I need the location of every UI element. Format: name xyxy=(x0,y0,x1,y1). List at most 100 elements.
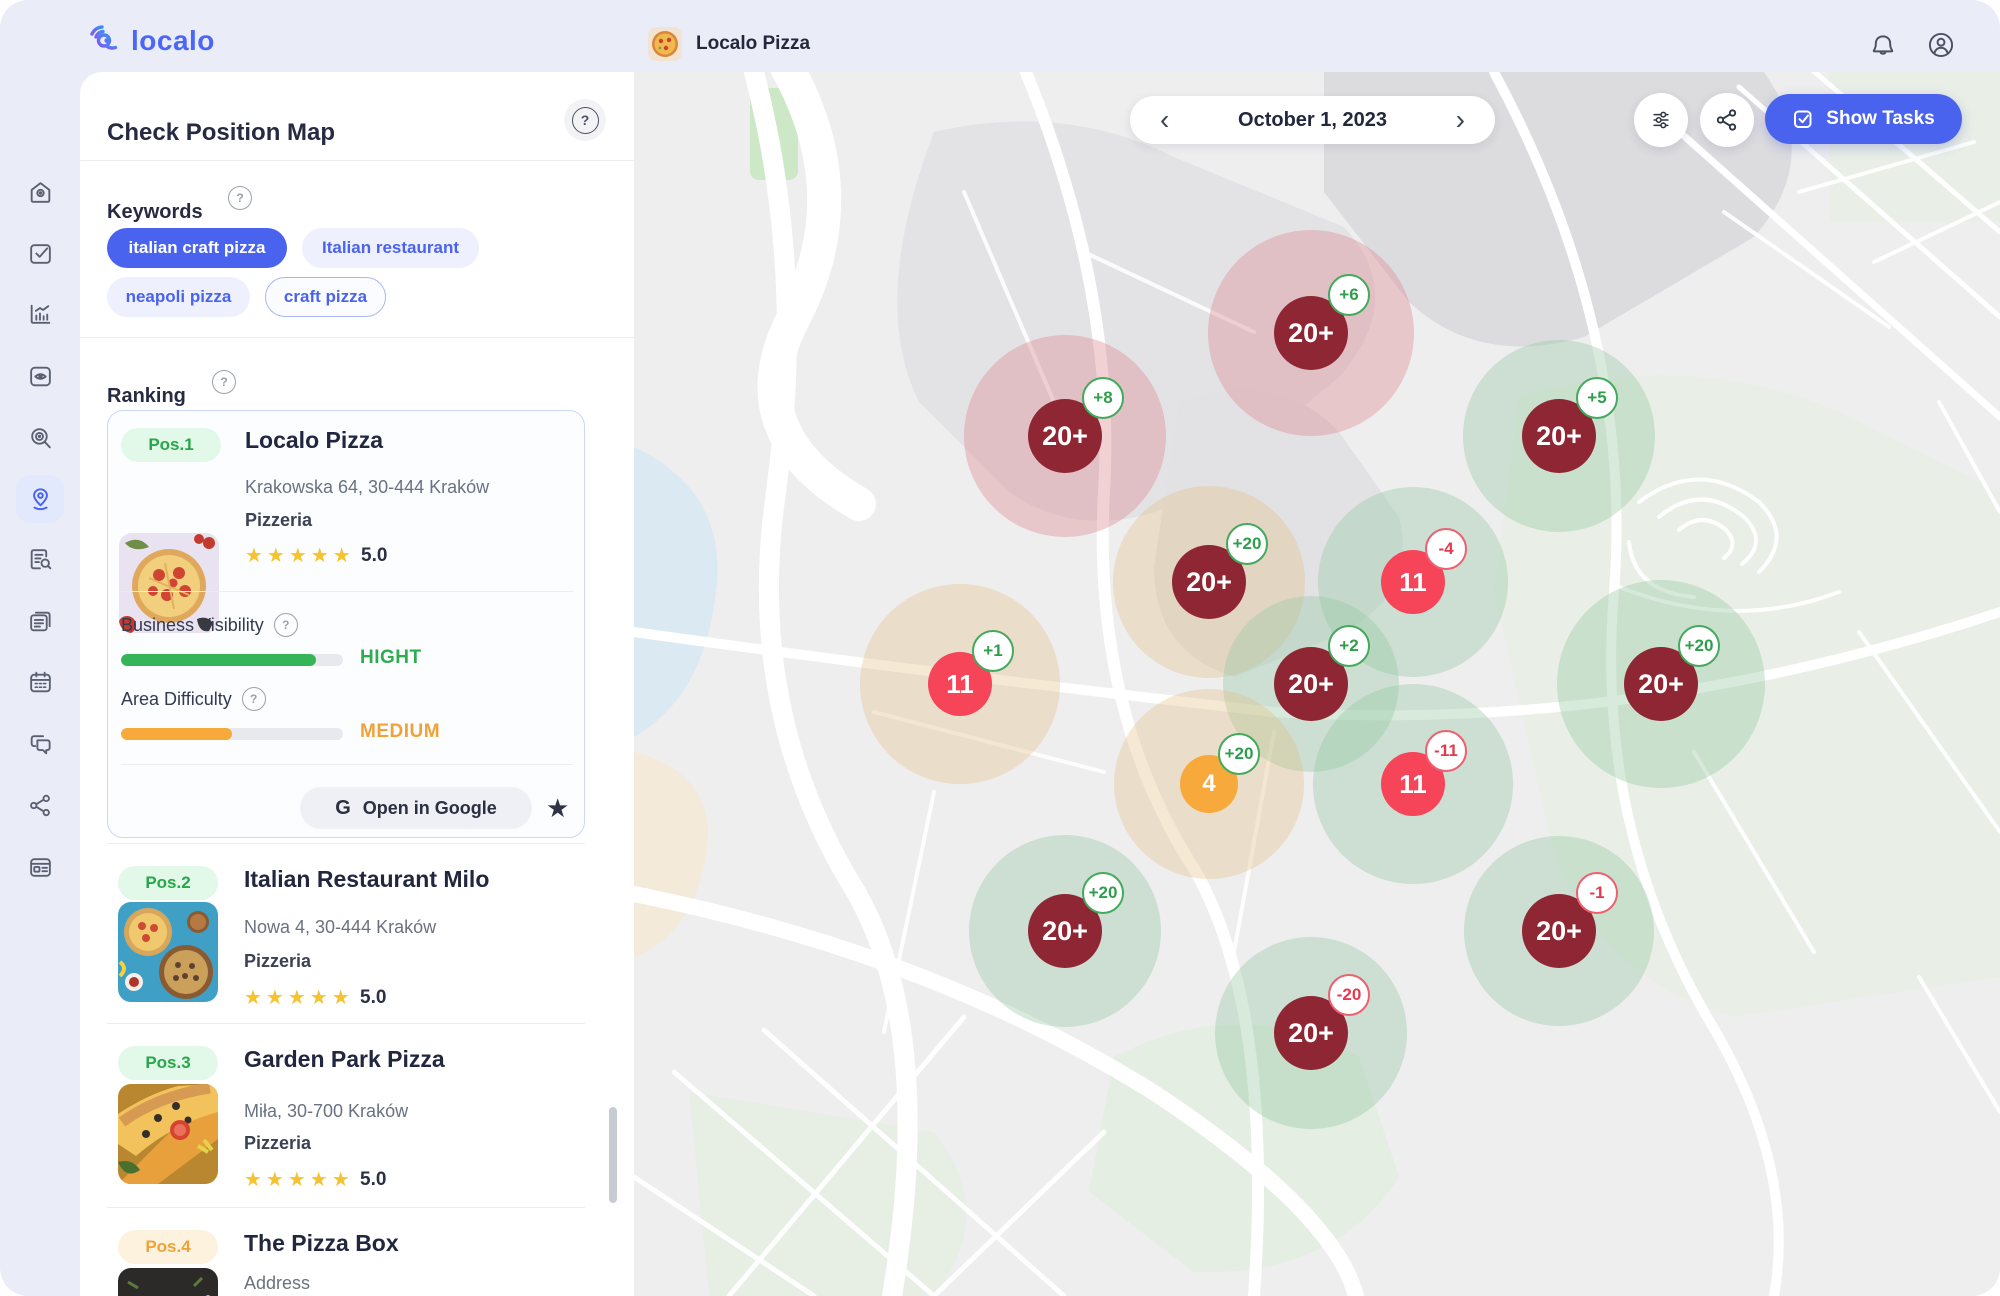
position-badge: Pos.3 xyxy=(118,1046,218,1080)
map-position-marker[interactable]: 20++20 xyxy=(1172,545,1246,619)
position-change-badge: +20 xyxy=(1678,625,1720,667)
map-position-marker[interactable]: 20++5 xyxy=(1522,399,1596,473)
sidebar-item-share[interactable] xyxy=(16,781,64,829)
map-position-marker[interactable]: 20+-1 xyxy=(1522,894,1596,968)
map-position-marker[interactable]: 20++8 xyxy=(1028,399,1102,473)
visibility-icon xyxy=(27,363,54,390)
sidebar-item-visibility[interactable] xyxy=(16,352,64,400)
star-rating-icons: ★★★★★ xyxy=(244,1167,354,1192)
rating-value: 5.0 xyxy=(360,987,386,1009)
account-icon[interactable] xyxy=(1926,30,1956,60)
show-tasks-label: Show Tasks xyxy=(1826,108,1934,130)
map-share-button[interactable] xyxy=(1700,93,1754,147)
rating-value: 5.0 xyxy=(361,545,387,567)
position-map-panel: Check Position Map ? Keywords ? italian … xyxy=(80,72,634,1296)
difficulty-value: MEDIUM xyxy=(360,721,440,743)
business-address: Krakowska 64, 30-444 Kraków xyxy=(245,477,489,498)
map-position-marker[interactable]: 20+-20 xyxy=(1274,996,1348,1070)
position-change-badge: +20 xyxy=(1082,872,1124,914)
business-address: Miła, 30-700 Kraków xyxy=(244,1101,408,1122)
divider xyxy=(80,160,634,161)
visibility-label: Business Visibility ? xyxy=(121,613,298,637)
sidebar-item-news[interactable] xyxy=(16,843,64,891)
visibility-meter xyxy=(121,654,343,666)
rating-value: 5.0 xyxy=(360,1169,386,1191)
ranking-card-1[interactable]: Pos.1 Localo Pizza Krakowska 64, 30-444 … xyxy=(107,410,585,838)
show-tasks-button[interactable]: Show Tasks xyxy=(1765,94,1962,144)
sidebar-item-stats[interactable] xyxy=(16,290,64,338)
difficulty-label: Area Difficulty ? xyxy=(121,687,266,711)
sidebar-item-home[interactable] xyxy=(16,168,64,216)
business-title: Italian Restaurant Milo xyxy=(244,866,489,893)
position-change-badge: -20 xyxy=(1328,974,1370,1016)
sidebar-item-tasks[interactable] xyxy=(16,229,64,277)
map-position-marker[interactable]: 4+20 xyxy=(1180,755,1238,813)
divider xyxy=(121,764,573,765)
sidebar-item-position-map[interactable] xyxy=(16,475,64,523)
map-filter-button[interactable] xyxy=(1634,93,1688,147)
stats-icon xyxy=(27,301,54,328)
checkbox-icon xyxy=(1792,108,1814,130)
position-change-badge: -11 xyxy=(1425,730,1467,772)
difficulty-help-icon[interactable]: ? xyxy=(242,687,266,711)
star-rating-icons: ★★★★★ xyxy=(245,543,355,568)
keywords-help-icon[interactable]: ? xyxy=(228,186,252,210)
map-markers-layer: 20++6 20++8 20++5 20++20 11-4 11+1 20++2 20++20… xyxy=(634,72,2000,1296)
keyword-chip-craft-pizza[interactable]: craft pizza xyxy=(265,277,386,317)
keyword-chip-neapoli-pizza[interactable]: neapoli pizza xyxy=(107,277,250,317)
business-photo xyxy=(118,1268,218,1296)
map-position-marker[interactable]: 11-4 xyxy=(1381,550,1445,614)
logo-text: localo xyxy=(131,25,215,57)
bookmark-star-icon[interactable]: ★ xyxy=(546,793,569,824)
next-date-chevron[interactable]: › xyxy=(1452,106,1469,134)
page-help-button[interactable]: ? xyxy=(564,99,606,141)
map-position-marker[interactable]: 20++20 xyxy=(1028,894,1102,968)
map-position-marker[interactable]: 20++20 xyxy=(1624,647,1698,721)
business-category: Pizzeria xyxy=(244,951,311,972)
divider xyxy=(107,1207,585,1208)
ranking-help-icon[interactable]: ? xyxy=(212,370,236,394)
sidebar-item-audit[interactable] xyxy=(16,414,64,462)
map-position-marker[interactable]: 20++2 xyxy=(1274,647,1348,721)
business-title: The Pizza Box xyxy=(244,1230,399,1257)
map-position-marker[interactable]: 20++6 xyxy=(1274,296,1348,370)
business-photo xyxy=(118,902,218,1002)
business-category: Pizzeria xyxy=(244,1133,311,1154)
tasks-icon xyxy=(27,240,54,267)
business-category: Pizzeria xyxy=(245,510,312,531)
divider xyxy=(107,1023,585,1024)
position-map-icon xyxy=(27,486,54,513)
business-title: Localo Pizza xyxy=(245,427,383,454)
localo-logo[interactable]: localo xyxy=(86,22,215,60)
map-position-marker[interactable]: 11+1 xyxy=(928,652,992,716)
help-icon: ? xyxy=(572,107,599,134)
position-change-badge: -1 xyxy=(1576,872,1618,914)
business-avatar xyxy=(648,27,682,61)
position-change-badge: +6 xyxy=(1328,274,1370,316)
share-icon xyxy=(1714,107,1740,133)
business-photo xyxy=(118,1084,218,1184)
position-change-badge: +1 xyxy=(972,630,1014,672)
date-navigator[interactable]: ‹ October 1, 2023 › xyxy=(1130,96,1495,144)
divider xyxy=(80,337,634,338)
business-name: Localo Pizza xyxy=(696,33,810,55)
sidebar-rail xyxy=(0,72,80,1296)
map-position-marker[interactable]: 11-11 xyxy=(1381,752,1445,816)
visibility-help-icon[interactable]: ? xyxy=(274,613,298,637)
sidebar-item-reviews[interactable] xyxy=(16,720,64,768)
open-in-google-button[interactable]: G Open in Google xyxy=(300,787,532,829)
position-map: 20++6 20++8 20++5 20++20 11-4 11+1 20++2 20++20… xyxy=(634,72,2000,1296)
calendar-icon xyxy=(27,669,54,696)
divider xyxy=(107,843,585,844)
sidebar-item-posts[interactable] xyxy=(16,597,64,645)
keyword-chip-italian-craft-pizza[interactable]: italian craft pizza xyxy=(107,228,287,268)
keyword-chip-italian-restaurant[interactable]: Italian restaurant xyxy=(302,228,479,268)
google-g-icon: G xyxy=(335,797,351,820)
difficulty-meter-fill xyxy=(121,728,232,740)
prev-date-chevron[interactable]: ‹ xyxy=(1156,106,1173,134)
sidebar-item-calendar[interactable] xyxy=(16,658,64,706)
notifications-bell-icon[interactable] xyxy=(1868,30,1898,60)
business-header: Localo Pizza xyxy=(648,27,810,61)
sidebar-item-report[interactable] xyxy=(16,535,64,583)
panel-scrollbar-thumb[interactable] xyxy=(609,1107,617,1203)
